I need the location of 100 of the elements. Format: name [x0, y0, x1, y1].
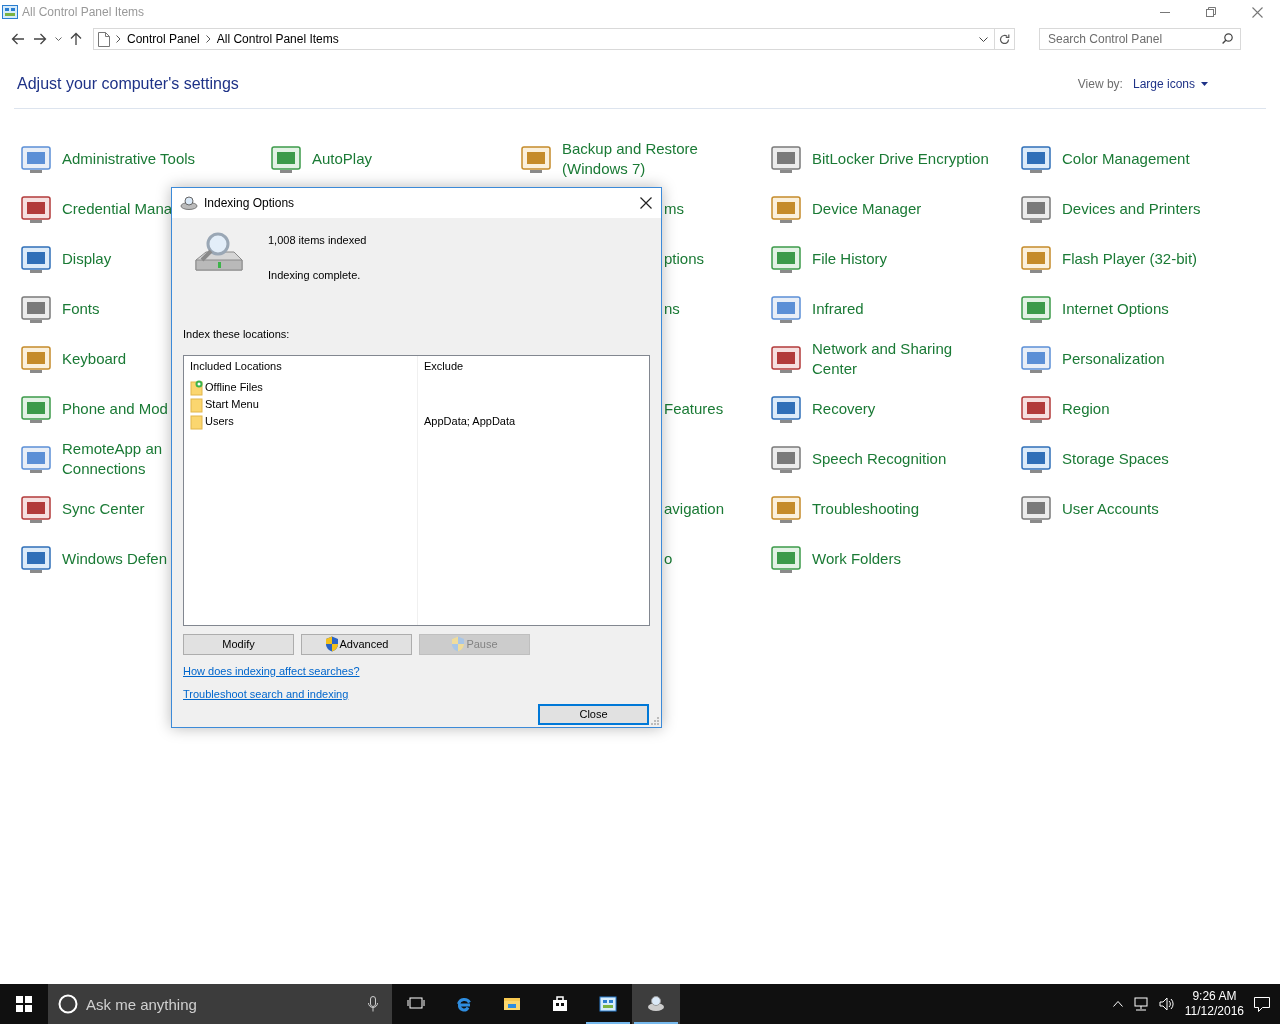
browser-e-icon: [455, 995, 473, 1013]
app-icon: [770, 143, 802, 175]
control-panel-link[interactable]: Device Manager: [812, 198, 922, 220]
control-panel-link[interactable]: Keyboard: [62, 348, 127, 370]
app-icon: [1020, 243, 1052, 275]
folder-icon: [190, 396, 203, 413]
control-panel-link[interactable]: Color Management: [1062, 148, 1190, 170]
help-link[interactable]: How does indexing affect searches?: [183, 662, 360, 679]
address-bar[interactable]: Control Panel All Control Panel Items: [93, 28, 1015, 50]
control-panel-link[interactable]: Recovery: [812, 398, 876, 420]
forward-arrow-icon: [33, 33, 47, 45]
dialog-close-action-button[interactable]: Close: [538, 703, 649, 725]
column-header[interactable]: Exclude: [424, 359, 643, 374]
clock[interactable]: 9:26 AM 11/12/2016: [1184, 989, 1244, 1019]
control-panel-icon: [599, 995, 617, 1013]
control-panel-link[interactable]: Troubleshooting: [812, 498, 919, 520]
breadcrumb-item[interactable]: Control Panel: [127, 30, 200, 48]
app-icon: [520, 143, 552, 175]
taskbar-search-field[interactable]: Ask me anything: [48, 984, 392, 1024]
control-panel-link[interactable]: ms: [664, 198, 684, 220]
dialog-title: Indexing Options: [204, 195, 295, 212]
app-icon: [20, 343, 52, 375]
control-panel-link[interactable]: Backup and Restore (Windows 7): [562, 138, 698, 180]
restore-icon: [1206, 7, 1216, 17]
control-panel-link[interactable]: Internet Options: [1062, 298, 1169, 320]
close-icon: [640, 197, 652, 209]
control-panel-link[interactable]: Windows Defen: [62, 548, 168, 570]
up-caret-icon: [1112, 1001, 1123, 1007]
chevron-icon: [205, 35, 211, 43]
control-panel-link[interactable]: Features: [664, 398, 724, 420]
app-icon: [770, 443, 802, 475]
control-panel-link[interactable]: Storage Spaces: [1062, 448, 1169, 470]
control-panel-link[interactable]: Work Folders: [812, 548, 901, 570]
app-icon: [20, 143, 52, 175]
control-panel-link[interactable]: File History: [812, 248, 887, 270]
app-icon: [1020, 293, 1052, 325]
network-icon: [1132, 997, 1149, 1011]
dialog-button[interactable]: Modify: [183, 633, 294, 655]
windows-logo-icon: [16, 996, 32, 1012]
control-panel-link[interactable]: ptions: [664, 248, 705, 270]
app-icon: [20, 493, 52, 525]
dialog-button[interactable]: Advanced: [301, 633, 412, 655]
control-panel-link[interactable]: Display: [62, 248, 112, 270]
view-by-dropdown[interactable]: Large icons: [1132, 75, 1208, 93]
caret-icon: [1201, 82, 1208, 86]
volume-icon: [1158, 997, 1175, 1011]
app-icon: [770, 543, 802, 575]
app-icon: [1020, 493, 1052, 525]
control-panel-link[interactable]: Personalization: [1062, 348, 1165, 370]
synced-folder-icon: [190, 379, 203, 396]
breadcrumb-item[interactable]: All Control Panel Items: [216, 30, 339, 48]
minimize-icon: [1160, 11, 1170, 13]
indexing-status-text: Indexing complete.: [268, 267, 362, 283]
location-name[interactable]: Start Menu: [205, 396, 259, 413]
folder-icon: [190, 413, 203, 430]
shield-icon: [451, 636, 466, 652]
control-panel-link[interactable]: Region: [1062, 398, 1110, 420]
app-icon: [770, 493, 802, 525]
control-panel-link[interactable]: o: [664, 548, 673, 570]
location-name[interactable]: Users: [205, 413, 234, 430]
control-panel-link[interactable]: Sync Center: [62, 498, 145, 520]
app-icon: [1020, 193, 1052, 225]
control-panel-link[interactable]: Administrative Tools: [62, 148, 196, 170]
control-panel-link[interactable]: User Accounts: [1062, 498, 1159, 520]
control-panel-link[interactable]: Infrared: [812, 298, 864, 320]
taskbar-app-button[interactable]: [632, 984, 680, 1024]
app-icon: [1020, 443, 1052, 475]
control-panel-link[interactable]: Phone and Mod: [62, 398, 168, 420]
resize-grip-icon: [651, 717, 659, 725]
control-panel-link[interactable]: Speech Recognition: [812, 448, 947, 470]
help-link[interactable]: Troubleshoot search and indexing: [183, 686, 349, 703]
exclude-text: AppData; AppData: [424, 414, 516, 430]
app-icon: [1020, 143, 1052, 175]
app-icon: [770, 393, 802, 425]
app-icon: [1020, 393, 1052, 425]
control-panel-link[interactable]: AutoPlay: [312, 148, 373, 170]
app-icon: [20, 193, 52, 225]
back-arrow-icon: [11, 33, 25, 45]
window-icon: [2, 5, 18, 19]
app-icon: [20, 243, 52, 275]
app-icon: [20, 293, 52, 325]
control-panel-link[interactable]: Fonts: [62, 298, 100, 320]
control-panel-link[interactable]: Flash Player (32-bit): [1062, 248, 1198, 270]
control-panel-link[interactable]: Network and Sharing Center: [812, 338, 953, 380]
location-name[interactable]: Offline Files: [205, 379, 263, 396]
control-panel-link[interactable]: RemoteApp an Connections: [62, 438, 163, 480]
app-icon: [1020, 343, 1052, 375]
app-icon: [770, 293, 802, 325]
control-panel-link[interactable]: BitLocker Drive Encryption: [812, 148, 989, 170]
control-panel-link[interactable]: Credential Mana: [62, 198, 173, 220]
date-text: 11/12/2016: [1184, 1004, 1244, 1019]
control-panel-link[interactable]: Devices and Printers: [1062, 198, 1201, 220]
control-panel-link[interactable]: ns: [664, 298, 680, 320]
locations-label: Index these locations:: [183, 327, 291, 342]
app-icon: [770, 243, 802, 275]
column-header[interactable]: Included Locations: [190, 359, 411, 374]
search-field[interactable]: Search Control Panel: [1039, 28, 1241, 50]
shopping-bag-icon: [551, 995, 569, 1013]
control-panel-link[interactable]: avigation: [664, 498, 725, 520]
app-icon: [20, 543, 52, 575]
